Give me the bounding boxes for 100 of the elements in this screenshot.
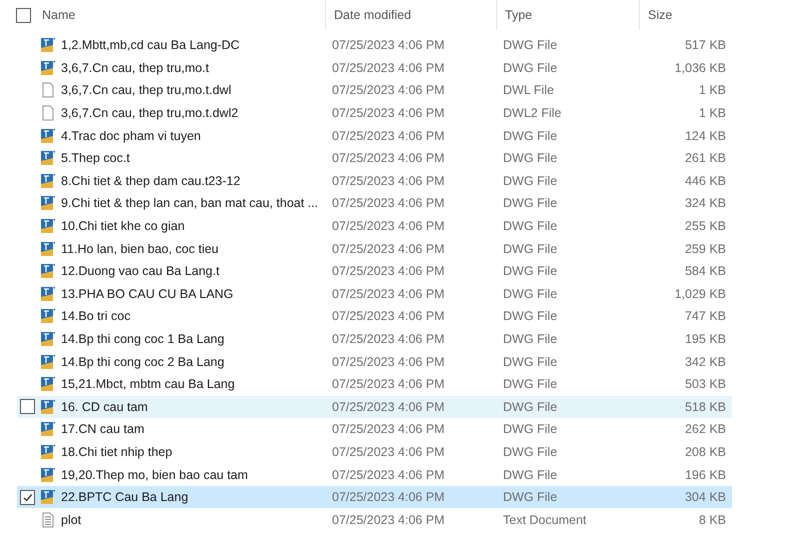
file-type: DWG File bbox=[503, 151, 558, 166]
date-modified: 07/25/2023 4:06 PM bbox=[332, 444, 445, 459]
drawing-file-icon bbox=[40, 150, 56, 166]
date-modified: 07/25/2023 4:06 PM bbox=[332, 128, 445, 143]
file-icon bbox=[40, 82, 56, 98]
date-modified: 07/25/2023 4:06 PM bbox=[332, 309, 445, 324]
date-modified: 07/25/2023 4:06 PM bbox=[332, 354, 445, 369]
file-row[interactable]: 14.Bo tri coc 07/25/2023 4:06 PM DWG File 747 KB bbox=[17, 305, 732, 328]
file-type: DWL File bbox=[503, 83, 554, 98]
drawing-file-icon bbox=[40, 263, 56, 280]
file-name: 8.Chi tiet & thep dam cau.t23-12 bbox=[61, 174, 240, 188]
file-size: 446 KB bbox=[684, 174, 726, 188]
file-row[interactable]: 1,2.Mbtt,mb,cd cau Ba Lang-DC 07/25/2023 4:06 PM DWG File 517 KB bbox=[17, 34, 732, 57]
file-row[interactable]: 22.BPTC Cau Ba Lang 07/25/2023 4:06 PM DWG File 304 KB bbox=[17, 486, 732, 508]
file-size: 503 KB bbox=[684, 377, 726, 392]
file-type: DWG File bbox=[503, 128, 558, 143]
date-modified: 07/25/2023 4:06 PM bbox=[332, 38, 445, 52]
file-row[interactable]: 18.Chi tiet nhip thep 07/25/2023 4:06 PM DWG File 208 KB bbox=[17, 440, 732, 464]
file-row[interactable]: 3,6,7.Cn cau, thep tru,mo.t.dwl2 07/25/2023 4:06 PM DWL2 File 1 KB bbox=[17, 102, 732, 124]
file-row[interactable]: 8.Chi tiet & thep dam cau.t23-12 07/25/2023 4:06 PM DWG File 446 KB bbox=[17, 170, 732, 192]
file-name: 19,20.Thep mo, bien bao cau tam bbox=[61, 468, 248, 482]
file-type: DWG File bbox=[503, 400, 558, 414]
file-row[interactable]: 5.Thep coc.t 07/25/2023 4:06 PM DWG File 261 KB bbox=[17, 146, 732, 170]
file-row[interactable]: 16. CD cau tam 07/25/2023 4:06 PM DWG File 518 KB bbox=[17, 396, 732, 418]
file-row[interactable]: 14.Bp thi cong coc 2 Ba Lang 07/25/2023 4:06 PM DWG File 342 KB bbox=[17, 350, 732, 373]
file-name: 5.Thep coc.t bbox=[61, 151, 130, 166]
file-type: DWG File bbox=[503, 377, 558, 392]
date-modified: 07/25/2023 4:06 PM bbox=[332, 264, 445, 278]
file-size: 195 KB bbox=[684, 332, 726, 346]
file-type: DWL2 File bbox=[503, 106, 562, 120]
file-size: 518 KB bbox=[684, 400, 726, 414]
row-checkbox[interactable] bbox=[20, 490, 35, 505]
drawing-file-icon bbox=[40, 331, 56, 348]
file-row[interactable]: 3,6,7.Cn cau, thep tru,mo.t 07/25/2023 4:06 PM DWG File 1,036 KB bbox=[17, 56, 732, 80]
file-type: DWG File bbox=[503, 490, 558, 504]
file-size: 196 KB bbox=[684, 468, 726, 482]
file-size: 1,036 KB bbox=[674, 60, 726, 75]
column-header[interactable]: Type bbox=[503, 8, 532, 22]
file-name: 14.Bp thi cong coc 1 Ba Lang bbox=[61, 332, 224, 346]
drawing-file-icon bbox=[40, 240, 56, 257]
file-name: 15,21.Mbct, mbtm cau Ba Lang bbox=[61, 377, 235, 392]
drawing-file-icon bbox=[40, 421, 56, 438]
row-checkbox[interactable] bbox=[20, 399, 35, 414]
file-size: 1 KB bbox=[698, 83, 726, 98]
drawing-file-icon bbox=[40, 466, 56, 483]
file-size: 255 KB bbox=[684, 219, 726, 234]
file-row[interactable]: 19,20.Thep mo, bien bao cau tam 07/25/2023 4:06 PM DWG File 196 KB bbox=[17, 463, 732, 486]
file-row[interactable]: 17.CN cau tam 07/25/2023 4:06 PM DWG File 262 KB bbox=[17, 418, 732, 441]
file-size: 208 KB bbox=[684, 444, 726, 459]
file-name: 9.Chi tiet & thep lan can, ban mat cau, thoat ... bbox=[61, 196, 318, 210]
drawing-file-icon bbox=[40, 376, 56, 392]
file-row[interactable]: 14.Bp thi cong coc 1 Ba Lang 07/25/2023 4:06 PM DWG File 195 KB bbox=[17, 328, 732, 350]
date-modified: 07/25/2023 4:06 PM bbox=[332, 219, 445, 234]
drawing-file-icon bbox=[40, 37, 56, 54]
date-modified: 07/25/2023 4:06 PM bbox=[332, 196, 445, 210]
column-header[interactable]: Date modified bbox=[332, 8, 412, 22]
date-modified: 07/25/2023 4:06 PM bbox=[332, 174, 445, 188]
file-size: 304 KB bbox=[684, 490, 726, 504]
drawing-file-icon bbox=[40, 398, 56, 415]
file-row[interactable]: 15,21.Mbct, mbtm cau Ba Lang 07/25/2023 4:06 PM DWG File 503 KB bbox=[17, 372, 732, 396]
file-name: 14.Bo tri coc bbox=[61, 309, 130, 324]
select-all-checkbox[interactable] bbox=[16, 8, 30, 22]
file-row[interactable]: 4.Trac doc pham vi tuyen 07/25/2023 4:06 PM DWG File 124 KB bbox=[17, 124, 732, 147]
date-modified: 07/25/2023 4:06 PM bbox=[332, 332, 445, 346]
date-modified: 07/25/2023 4:06 PM bbox=[332, 106, 445, 120]
file-row[interactable]: 12.Duong vao cau Ba Lang.t 07/25/2023 4:06 PM DWG File 584 KB bbox=[17, 260, 732, 283]
text-file-icon bbox=[40, 512, 56, 528]
file-row[interactable]: 10.Chi tiet khe co gian 07/25/2023 4:06 PM DWG File 255 KB bbox=[17, 214, 732, 238]
file-size: 261 KB bbox=[684, 151, 726, 166]
file-size: 262 KB bbox=[684, 422, 726, 436]
file-type: DWG File bbox=[503, 60, 558, 75]
file-type: DWG File bbox=[503, 422, 558, 436]
column-header[interactable]: Name bbox=[40, 8, 76, 22]
file-size: 517 KB bbox=[684, 38, 726, 52]
file-size: 1,029 KB bbox=[674, 286, 726, 301]
drawing-file-icon bbox=[40, 286, 56, 302]
check-icon bbox=[22, 492, 33, 503]
file-name: 3,6,7.Cn cau, thep tru,mo.t bbox=[61, 60, 209, 75]
date-modified: 07/25/2023 4:06 PM bbox=[332, 60, 445, 75]
file-name: 18.Chi tiet nhip thep bbox=[61, 444, 172, 459]
file-name: plot bbox=[61, 512, 82, 527]
file-type: DWG File bbox=[503, 219, 558, 234]
file-name: 13.PHA BO CAU CU BA LANG bbox=[61, 286, 234, 301]
file-type: DWG File bbox=[503, 242, 558, 256]
column-header[interactable]: Size bbox=[646, 8, 672, 22]
drawing-file-icon bbox=[40, 195, 56, 212]
file-row[interactable]: 3,6,7.Cn cau, thep tru,mo.t.dwl 07/25/2023 4:06 PM DWL File 1 KB bbox=[17, 79, 732, 102]
file-row[interactable]: 11.Ho lan, bien bao, coc tieu 07/25/2023 4:06 PM DWG File 259 KB bbox=[17, 237, 732, 260]
date-modified: 07/25/2023 4:06 PM bbox=[332, 512, 445, 527]
file-size: 747 KB bbox=[684, 309, 726, 324]
file-row[interactable]: 13.PHA BO CAU CU BA LANG 07/25/2023 4:06 PM DWG File 1,029 KB bbox=[17, 282, 732, 306]
file-row[interactable]: plot 07/25/2023 4:06 PM Text Document 8 KB bbox=[17, 508, 732, 532]
file-name: 10.Chi tiet khe co gian bbox=[61, 219, 185, 234]
date-modified: 07/25/2023 4:06 PM bbox=[332, 422, 445, 436]
date-modified: 07/25/2023 4:06 PM bbox=[332, 400, 445, 414]
file-size: 342 KB bbox=[684, 354, 726, 369]
file-name: 3,6,7.Cn cau, thep tru,mo.t.dwl2 bbox=[61, 106, 238, 120]
file-type: DWG File bbox=[503, 196, 558, 210]
file-row[interactable]: 9.Chi tiet & thep lan can, ban mat cau, thoat ... 07/25/2023 4:06 PM DWG File 324 KB bbox=[17, 192, 732, 215]
file-size: 259 KB bbox=[684, 242, 726, 256]
